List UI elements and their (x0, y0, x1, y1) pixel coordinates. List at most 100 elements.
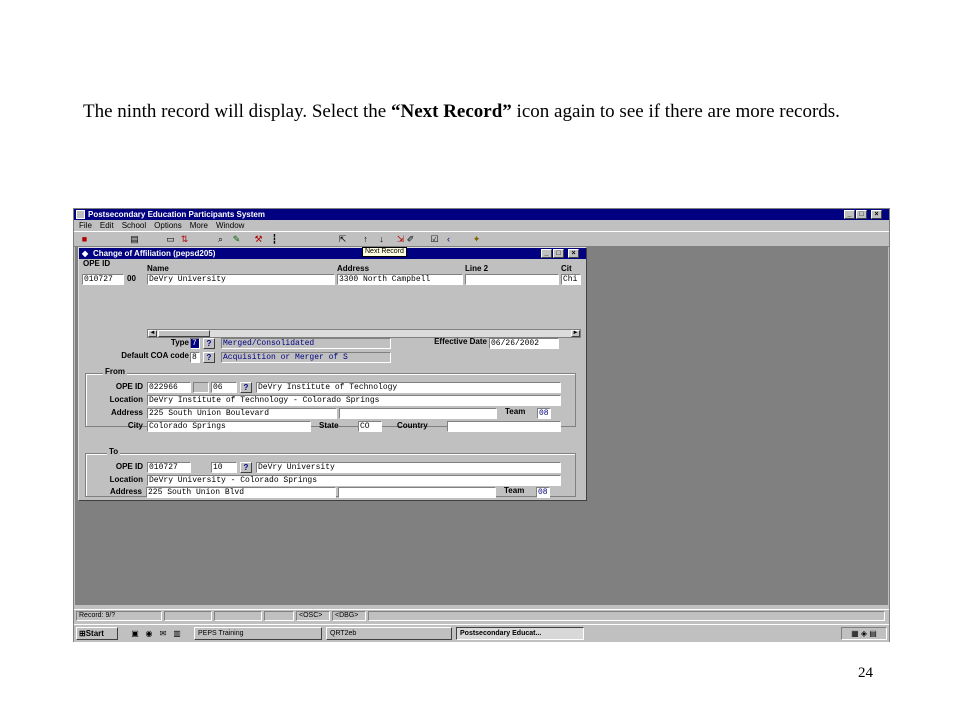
from-ope-spacer-field (193, 382, 209, 393)
to-group-title: To (107, 447, 121, 457)
type-label: Type (170, 338, 189, 347)
to-ope-suffix-field[interactable]: 10 (211, 462, 237, 473)
header-name-field[interactable]: DeVry University (147, 274, 335, 285)
sort-icon[interactable]: ⇅ (178, 234, 191, 245)
to-ope-id-field[interactable]: 010727 (147, 462, 191, 473)
header-address-field[interactable]: 3300 North Campbell (337, 274, 463, 285)
from-ope-lookup-icon[interactable]: ? (240, 382, 252, 393)
form-maximize-icon[interactable]: □ (553, 249, 564, 258)
form-title-bar: ◆ Change of Affiliation (pepsd205) _ □ × (79, 248, 586, 259)
from-location-field[interactable]: DeVry Institute of Technology - Colorado… (147, 395, 561, 406)
from-ope-id-label: OPE ID (115, 382, 143, 391)
status-bar: Record: 9/? <OSC> <DBG> (74, 609, 889, 622)
coa-code-field[interactable]: 8 (190, 352, 200, 363)
from-ope-id-field[interactable]: 022966 (147, 382, 191, 393)
header-city-label: Cit (561, 264, 572, 273)
header-ope-id-label: OPE ID (83, 259, 111, 268)
form-icon: ◆ (82, 249, 89, 258)
start-label: Start (85, 629, 104, 638)
coa-description-field: Acquisition or Merger of S (221, 352, 391, 363)
page-number: 24 (858, 665, 873, 681)
status-osc: <OSC> (296, 611, 330, 621)
menu-file[interactable]: File (79, 221, 92, 230)
scroll-thumb[interactable] (158, 330, 210, 337)
type-lookup-icon[interactable]: ? (203, 338, 215, 349)
effective-date-field[interactable]: 06/26/2002 (489, 338, 559, 349)
header-city-field[interactable]: Chi (561, 274, 581, 285)
chart-icon[interactable]: ┇ (268, 234, 281, 245)
explorer-icon[interactable]: ▥ (172, 629, 182, 638)
from-name-field[interactable]: DeVry Institute of Technology (256, 382, 561, 393)
app-title: Postsecondary Education Participants Sys… (88, 210, 265, 219)
find-icon[interactable]: ⌕ (214, 234, 227, 245)
menu-edit[interactable]: Edit (100, 221, 114, 230)
coa-code-label: Default COA code (121, 351, 189, 360)
close-icon[interactable]: × (871, 210, 882, 219)
header-line2-field[interactable] (465, 274, 559, 285)
to-location-field[interactable]: DeVry University - Colorado Springs (147, 475, 561, 486)
status-panel-2 (164, 611, 212, 621)
form-title: Change of Affiliation (pepsd205) (93, 249, 216, 258)
task-peps-training[interactable]: PEPS Training (194, 627, 322, 640)
toolbar: ■ ▤ ▭ ⇅ ⌕ ✎ ⚒ ┇ ⇱ ↑ ↓ ⇲ ✐ ☑ ‹ ✦ (74, 231, 889, 247)
tools-icon[interactable]: ⚒ (252, 234, 265, 245)
save-icon[interactable]: ‹ (442, 234, 455, 245)
menu-bar: File Edit School Options More Window (74, 220, 889, 231)
system-tray: ▦ ◈ ▤ (841, 627, 887, 640)
type-description-field: Merged/Consolidated (221, 338, 391, 349)
task-qrt2eb[interactable]: QRT2eb (326, 627, 452, 640)
application-screenshot: Postsecondary Education Participants Sys… (73, 208, 890, 642)
change-of-affiliation-window: ◆ Change of Affiliation (pepsd205) _ □ ×… (78, 247, 587, 501)
to-ope-lookup-icon[interactable]: ? (240, 462, 252, 473)
menu-school[interactable]: School (122, 221, 146, 230)
browser-icon[interactable]: ◉ (144, 629, 154, 638)
minimize-icon[interactable]: _ (844, 210, 855, 219)
to-ope-id-label: OPE ID (115, 462, 143, 471)
next-record-icon[interactable]: ↓ (375, 234, 388, 245)
menu-window[interactable]: Window (216, 221, 244, 230)
menu-more[interactable]: More (190, 221, 208, 230)
header-ope-id-field[interactable]: 010727 (82, 274, 124, 285)
form-close-icon[interactable]: × (568, 249, 579, 258)
desktop-icon[interactable]: ▣ (130, 629, 140, 638)
exit-icon[interactable]: ■ (78, 234, 91, 245)
delete-icon[interactable]: ☑ (428, 234, 441, 245)
form-minimize-icon[interactable]: _ (541, 249, 552, 258)
status-message (368, 611, 885, 621)
windows-logo-icon: ⊞ (79, 629, 86, 638)
print-icon[interactable]: ▤ (128, 234, 141, 245)
header-scrollbar[interactable]: ◄ ► (147, 329, 581, 338)
tray-icons[interactable]: ▦ ◈ ▤ (851, 629, 877, 638)
start-button[interactable]: ⊞Start (76, 627, 118, 640)
status-panel-3 (214, 611, 262, 621)
scroll-left-icon[interactable]: ◄ (148, 330, 157, 337)
app-title-bar: Postsecondary Education Participants Sys… (74, 209, 889, 220)
task-postsecondary[interactable]: Postsecondary Educat... (456, 627, 584, 640)
maximize-icon[interactable]: □ (856, 210, 867, 219)
edit-icon[interactable]: ✎ (230, 234, 243, 245)
instruction-caption: The ninth record will display. Select th… (83, 98, 903, 125)
next-record-tooltip: Next Record (362, 247, 407, 257)
caption-text: The ninth record will display. Select th… (83, 101, 391, 122)
type-code-field[interactable]: 7 (190, 338, 200, 349)
first-record-icon[interactable]: ⇱ (336, 234, 349, 245)
query-icon[interactable]: ▭ (164, 234, 177, 245)
app-system-icon[interactable] (76, 210, 85, 219)
insert-icon[interactable]: ✐ (404, 234, 417, 245)
refresh-icon[interactable]: ✦ (470, 234, 483, 245)
status-panel-4 (264, 611, 294, 621)
from-group-title: From (103, 367, 127, 377)
caption-text-end: icon again to see if there are more reco… (511, 101, 840, 122)
header-name-label: Name (147, 264, 169, 273)
from-ope-suffix-field[interactable]: 06 (211, 382, 237, 393)
to-name-field[interactable]: DeVry University (256, 462, 561, 473)
scroll-right-icon[interactable]: ► (571, 330, 580, 337)
to-location-label: Location (109, 475, 143, 484)
coa-lookup-icon[interactable]: ? (203, 352, 215, 363)
record-indicator: Record: 9/? (76, 611, 162, 621)
header-line2-label: Line 2 (465, 264, 489, 273)
from-location-label: Location (109, 395, 143, 404)
menu-options[interactable]: Options (154, 221, 182, 230)
email-icon[interactable]: ✉ (158, 629, 168, 638)
previous-record-icon[interactable]: ↑ (359, 234, 372, 245)
